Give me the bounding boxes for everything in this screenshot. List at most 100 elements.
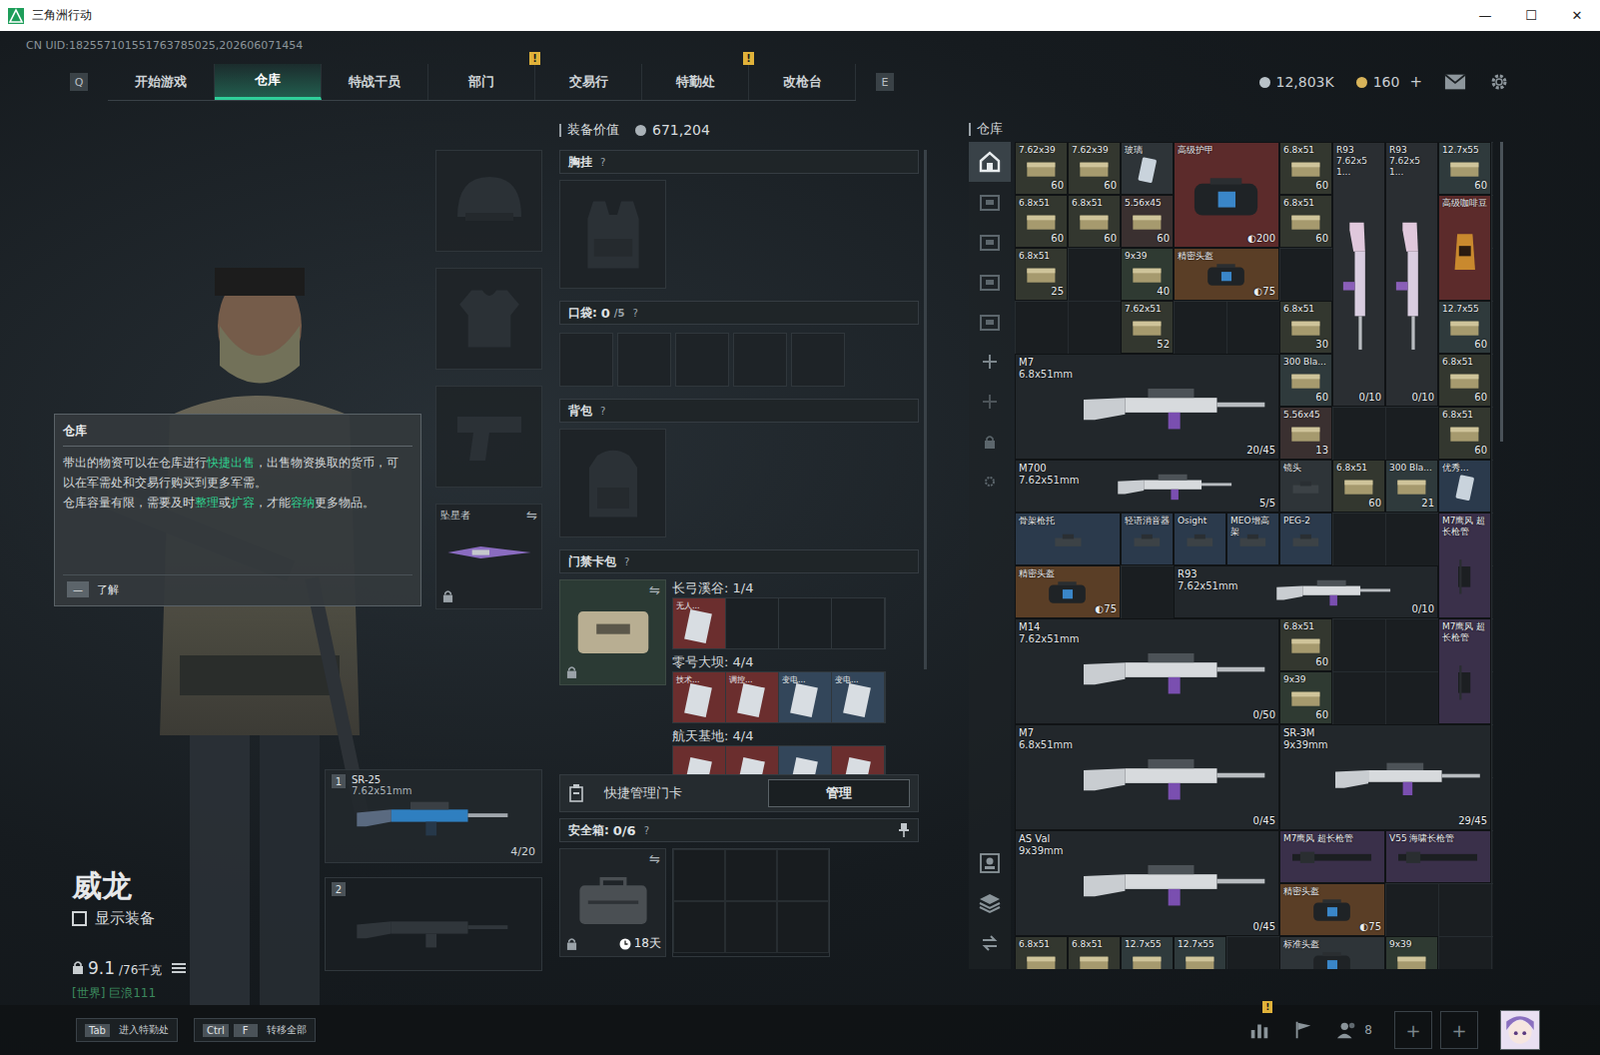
world-chat-line[interactable]: [世界] 巨浪111 bbox=[71, 984, 325, 1001]
next-tab-key[interactable]: E bbox=[875, 72, 894, 91]
equipment-slot[interactable] bbox=[435, 267, 543, 370]
keycard[interactable]: 无人... bbox=[673, 598, 727, 649]
stash-item[interactable]: M76.8x51mm20/45 bbox=[1014, 353, 1280, 460]
nav-tab[interactable]: 特勤处! bbox=[642, 63, 750, 100]
stash-item[interactable]: 12.7x55 bbox=[1173, 935, 1227, 969]
stash-item[interactable]: R937.62x51...0/10 bbox=[1332, 141, 1386, 407]
player-avatar[interactable] bbox=[1500, 1009, 1541, 1050]
stash-item[interactable]: 5.56x4513 bbox=[1279, 406, 1333, 460]
help-icon[interactable]: ? bbox=[632, 307, 638, 319]
stash-item[interactable]: 6.8x5160 bbox=[1067, 194, 1121, 248]
party-slot[interactable]: + bbox=[1394, 1010, 1433, 1049]
stash-item[interactable]: Osight bbox=[1173, 512, 1227, 566]
stash-tab[interactable] bbox=[968, 181, 1011, 222]
nav-tab[interactable]: 开始游戏 bbox=[107, 63, 215, 100]
stash-tool[interactable] bbox=[968, 922, 1011, 963]
prev-tab-key[interactable]: Q bbox=[69, 72, 88, 91]
stash-item[interactable]: 高级护甲◐200 bbox=[1173, 141, 1280, 248]
currency[interactable]: 12,803K bbox=[1259, 73, 1335, 90]
stash-item[interactable]: 6.8x5130 bbox=[1279, 300, 1333, 354]
stash-item[interactable]: 12.7x5560 bbox=[1438, 300, 1492, 354]
safe-slot[interactable] bbox=[725, 848, 778, 901]
stash-item[interactable]: SR-3M9x39mm29/45 bbox=[1279, 724, 1492, 830]
stash-item[interactable]: M7鹰风 超长枪管 bbox=[1438, 618, 1492, 725]
pocket-slot[interactable] bbox=[559, 332, 614, 387]
stash-item[interactable]: MEO增高架 bbox=[1226, 512, 1280, 566]
show-equipment-toggle[interactable]: 显示装备 bbox=[71, 908, 325, 928]
stash-item[interactable]: 6.8x5160 bbox=[1279, 141, 1333, 195]
safe-case-slot[interactable]: ⇋18天 bbox=[559, 847, 667, 957]
help-icon[interactable]: ? bbox=[624, 556, 630, 568]
understand-button[interactable]: 了解 bbox=[96, 582, 119, 598]
flag-icon[interactable] bbox=[1292, 1018, 1315, 1041]
stash-item[interactable]: R937.62x51...0/10 bbox=[1385, 141, 1439, 407]
stash-item[interactable]: M7鹰风 超长枪管 bbox=[1438, 512, 1492, 619]
stash-item[interactable]: 精密头盔◐75 bbox=[1173, 247, 1280, 301]
stash-item[interactable]: 5.56x4560 bbox=[1120, 194, 1174, 248]
stash-tab[interactable] bbox=[968, 381, 1011, 422]
add-currency-button[interactable]: + bbox=[1409, 72, 1423, 91]
stash-item[interactable]: 6.8x5160 bbox=[1332, 459, 1386, 513]
list-icon[interactable] bbox=[171, 961, 186, 974]
safe-slot[interactable] bbox=[777, 900, 829, 953]
pin-icon[interactable] bbox=[897, 822, 910, 837]
keycard[interactable] bbox=[831, 746, 885, 775]
stash-item[interactable]: M7鹰风 超长枪管 bbox=[1279, 829, 1386, 883]
stats-button[interactable]: ! bbox=[1248, 1018, 1271, 1041]
pocket-slot[interactable] bbox=[733, 332, 788, 387]
keycard[interactable] bbox=[726, 598, 780, 649]
stash-item[interactable]: 300 Bla...60 bbox=[1279, 353, 1333, 407]
nav-tab[interactable]: 仓库 bbox=[214, 63, 322, 100]
weapon-slot[interactable]: 2 bbox=[324, 876, 543, 971]
stash-tab[interactable] bbox=[968, 461, 1011, 502]
stash-item[interactable]: 7.62x5152 bbox=[1120, 300, 1174, 354]
scrollbar[interactable] bbox=[1500, 141, 1504, 442]
manage-button[interactable]: 管理 bbox=[768, 779, 910, 807]
stash-item[interactable]: 9x3960 bbox=[1279, 671, 1333, 725]
stash-tab[interactable] bbox=[968, 141, 1011, 182]
pocket-slot[interactable] bbox=[675, 332, 730, 387]
swap-icon[interactable]: ⇋ bbox=[649, 582, 661, 598]
stash-item[interactable]: 6.8x5125 bbox=[1014, 247, 1068, 301]
pocket-slot[interactable] bbox=[791, 332, 845, 387]
stash-item[interactable]: 6.8x5160 bbox=[1438, 406, 1492, 460]
stash-tab[interactable] bbox=[968, 261, 1011, 302]
key-hint[interactable]: Tab进入特勤处 bbox=[75, 1017, 178, 1042]
stash-item[interactable]: 高级咖啡豆 bbox=[1438, 194, 1492, 301]
stash-item[interactable]: 6.8x51 bbox=[1014, 935, 1068, 969]
stash-item[interactable]: 6.8x51 bbox=[1067, 935, 1121, 969]
key-hint[interactable]: CtrlF转移全部 bbox=[193, 1017, 316, 1042]
stash-item[interactable]: 精密头盔◐75 bbox=[1014, 565, 1121, 619]
stash-item[interactable]: PEG-2 bbox=[1279, 512, 1333, 566]
equipment-slot[interactable]: 坠星者⇋ bbox=[435, 503, 543, 610]
stash-item[interactable]: 精密头盔◐75 bbox=[1279, 882, 1386, 936]
swap-icon[interactable]: ⇋ bbox=[526, 507, 538, 523]
backpack-slot[interactable] bbox=[559, 428, 667, 538]
stash-item[interactable]: 7.62x3960 bbox=[1067, 141, 1121, 195]
keycard[interactable] bbox=[673, 746, 727, 775]
keycard[interactable]: 变电... bbox=[831, 672, 885, 723]
help-icon[interactable]: ? bbox=[600, 405, 606, 417]
weapon-slot[interactable]: 1SR-257.62x51mm4/20 bbox=[324, 769, 543, 863]
settings-gear-icon[interactable] bbox=[1488, 72, 1511, 91]
keycard[interactable]: 变电... bbox=[779, 672, 832, 723]
nav-tab[interactable]: 改枪台 bbox=[749, 63, 856, 100]
stash-item[interactable]: 9x39 bbox=[1385, 935, 1439, 969]
help-icon[interactable]: ? bbox=[600, 156, 606, 168]
stash-item[interactable]: 9x3940 bbox=[1120, 247, 1174, 301]
keycard[interactable]: 技术... bbox=[673, 672, 727, 723]
keycard[interactable]: 调控... bbox=[726, 672, 780, 723]
stash-item[interactable]: 轻语消音器 bbox=[1120, 512, 1174, 566]
safe-slot[interactable] bbox=[673, 900, 726, 953]
stash-item[interactable]: 6.8x5160 bbox=[1279, 194, 1333, 248]
mail-icon[interactable] bbox=[1444, 72, 1467, 91]
stash-item[interactable]: 12.7x5560 bbox=[1438, 141, 1492, 195]
stash-tool[interactable] bbox=[968, 882, 1011, 923]
stash-item[interactable]: 优秀... bbox=[1438, 459, 1492, 513]
stash-tab[interactable] bbox=[968, 301, 1011, 342]
stash-item[interactable]: 镜头 bbox=[1279, 459, 1333, 513]
safe-slot[interactable] bbox=[673, 848, 726, 901]
stash-tool[interactable] bbox=[968, 842, 1011, 883]
safe-slot[interactable] bbox=[777, 848, 829, 901]
party-slot[interactable]: + bbox=[1440, 1010, 1479, 1049]
